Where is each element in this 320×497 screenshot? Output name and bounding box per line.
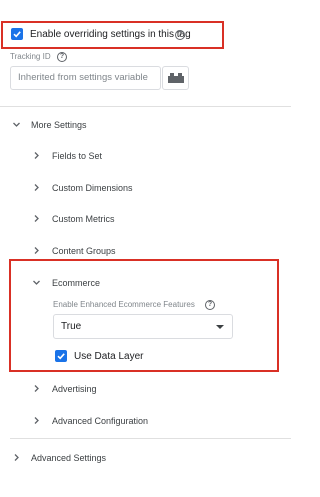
tracking-id-label: Tracking ID xyxy=(10,52,51,61)
ecommerce-label: Ecommerce xyxy=(52,278,101,288)
chevron-right-icon xyxy=(32,151,41,160)
advanced-settings-label: Advanced Settings xyxy=(31,453,107,463)
divider-top xyxy=(0,106,291,107)
use-data-layer-checkbox[interactable] xyxy=(55,350,67,362)
chevron-right-icon xyxy=(32,246,41,255)
override-checkbox[interactable] xyxy=(11,28,23,40)
section-label: Custom Dimensions xyxy=(52,183,133,193)
chevron-right-icon xyxy=(32,214,41,223)
caret-down-icon xyxy=(216,325,224,329)
question-circle-icon[interactable]: ? xyxy=(205,300,215,310)
chevron-right-icon xyxy=(32,416,41,425)
more-settings-label: More Settings xyxy=(31,120,87,130)
chevron-right-icon xyxy=(12,453,21,462)
check-icon xyxy=(13,31,21,38)
variable-brick-icon xyxy=(167,73,184,83)
check-icon xyxy=(57,353,65,360)
section-label: Fields to Set xyxy=(52,151,103,161)
tracking-id-placeholder: Inherited from settings variable xyxy=(18,72,148,83)
section-label: Advertising xyxy=(52,384,97,394)
chevron-down-icon xyxy=(32,278,41,287)
question-circle-icon[interactable]: ? xyxy=(57,52,67,62)
enhanced-ecommerce-select-value: True xyxy=(61,321,82,332)
override-checkbox-label: Enable overriding settings in this tag xyxy=(30,29,191,40)
section-label: Content Groups xyxy=(52,246,116,256)
use-data-layer-label: Use Data Layer xyxy=(74,351,144,362)
enhanced-ecommerce-label: Enable Enhanced Ecommerce Features xyxy=(53,300,195,309)
chevron-down-icon xyxy=(12,120,21,129)
chevron-right-icon xyxy=(32,384,41,393)
section-label: Custom Metrics xyxy=(52,214,115,224)
divider-bottom xyxy=(10,438,291,439)
chevron-right-icon xyxy=(32,183,41,192)
section-label: Advanced Configuration xyxy=(52,416,149,426)
question-circle-icon[interactable]: ? xyxy=(175,30,185,40)
variable-picker-button[interactable] xyxy=(162,66,189,90)
